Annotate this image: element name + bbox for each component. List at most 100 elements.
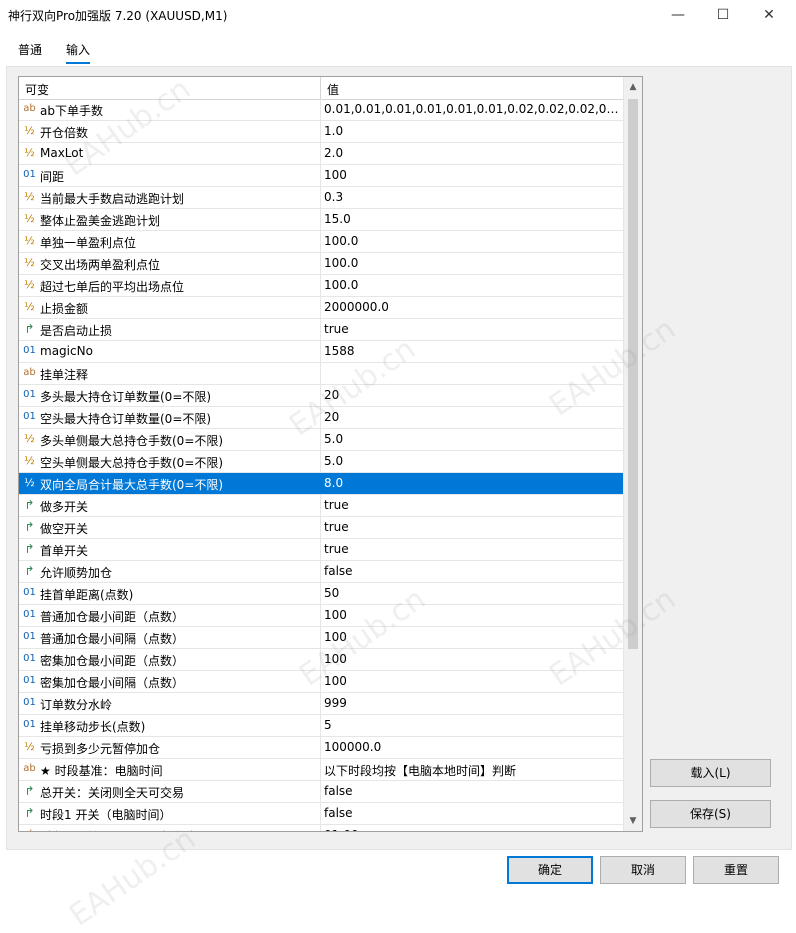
- double-type-icon: ½: [24, 146, 35, 159]
- parameter-row[interactable]: ½ 超过七单后的平均出场点位 100.0: [19, 275, 623, 297]
- parameter-value[interactable]: true: [324, 498, 620, 512]
- parameter-value[interactable]: true: [324, 542, 620, 556]
- parameter-value[interactable]: 以下时段均按【电脑本地时间】判断: [324, 762, 620, 779]
- parameter-row[interactable]: ↱ 做空开关 true: [19, 517, 623, 539]
- parameter-row[interactable]: 01 多头最大持仓订单数量(0=不限) 20: [19, 385, 623, 407]
- parameter-value[interactable]: false: [324, 784, 620, 798]
- parameter-value[interactable]: 20: [324, 388, 620, 402]
- parameter-value[interactable]: 8.0: [324, 476, 620, 490]
- scroll-up-icon[interactable]: ▲: [624, 79, 642, 95]
- parameter-row[interactable]: ½ 双向全局合计最大总手数(0=不限) 8.0: [19, 473, 623, 495]
- parameter-row[interactable]: ½ 单独一单盈利点位 100.0: [19, 231, 623, 253]
- parameter-value[interactable]: 20: [324, 410, 620, 424]
- parameter-row[interactable]: ab ab下单手数 0.01,0.01,0.01,0.01,0.01,0.01,0.…: [19, 99, 623, 121]
- int-type-icon: 01: [23, 169, 36, 180]
- column-header-value[interactable]: 值: [327, 81, 339, 98]
- parameter-row[interactable]: 01 普通加仓最小间隔（点数） 100: [19, 627, 623, 649]
- parameter-row[interactable]: ↱ 首单开关 true: [19, 539, 623, 561]
- parameter-value[interactable]: 5: [324, 718, 620, 732]
- parameter-value[interactable]: 999: [324, 696, 620, 710]
- parameter-row[interactable]: 01 订单数分水岭 999: [19, 693, 623, 715]
- parameter-row[interactable]: ½ 开仓倍数 1.0: [19, 121, 623, 143]
- parameter-value[interactable]: 100.0: [324, 278, 620, 292]
- parameter-row[interactable]: 01 magicNo 1588: [19, 341, 623, 363]
- parameter-row[interactable]: ↱ 总开关：关闭则全天可交易 false: [19, 781, 623, 803]
- parameter-value[interactable]: 100: [324, 630, 620, 644]
- column-header-variable[interactable]: 可变: [25, 81, 49, 98]
- cell-divider: [320, 495, 321, 516]
- parameter-row[interactable]: ↱ 时段1 开关（电脑时间） false: [19, 803, 623, 825]
- parameter-row[interactable]: ab ★ 时段基准：电脑时间 以下时段均按【电脑本地时间】判断: [19, 759, 623, 781]
- parameter-value[interactable]: 01:00: [324, 828, 620, 831]
- parameter-row[interactable]: 01 密集加仓最小间距（点数） 100: [19, 649, 623, 671]
- cell-divider: [320, 737, 321, 758]
- parameter-value[interactable]: 5.0: [324, 432, 620, 446]
- parameter-value[interactable]: 2000000.0: [324, 300, 620, 314]
- maximize-icon[interactable]: ☐: [700, 0, 746, 30]
- parameter-row[interactable]: 01 空头最大持仓订单数量(0=不限) 20: [19, 407, 623, 429]
- parameter-name: 首单开关: [40, 544, 89, 558]
- parameter-value[interactable]: 100: [324, 674, 620, 688]
- parameter-row[interactable]: ↱ 允许顺势加仓 false: [19, 561, 623, 583]
- cancel-button[interactable]: 取消: [600, 856, 686, 884]
- cell-divider: [320, 429, 321, 450]
- cell-divider: [320, 517, 321, 538]
- parameter-row[interactable]: ½ 亏损到多少元暂停加仓 100000.0: [19, 737, 623, 759]
- parameter-value[interactable]: false: [324, 564, 620, 578]
- parameter-row[interactable]: ½ MaxLot 2.0: [19, 143, 623, 165]
- parameter-value[interactable]: true: [324, 322, 620, 336]
- int-type-icon: 01: [23, 697, 36, 708]
- int-type-icon: 01: [23, 389, 36, 400]
- parameter-row[interactable]: ½ 止损金额 2000000.0: [19, 297, 623, 319]
- parameter-value[interactable]: false: [324, 806, 620, 820]
- parameter-row[interactable]: 01 间距 100: [19, 165, 623, 187]
- tab-general[interactable]: 普通: [18, 41, 42, 58]
- parameter-row[interactable]: ↱ 是否启动止损 true: [19, 319, 623, 341]
- parameter-value[interactable]: 100000.0: [324, 740, 620, 754]
- parameter-row[interactable]: ½ 当前最大手数启动逃跑计划 0.3: [19, 187, 623, 209]
- cell-divider: [320, 253, 321, 274]
- parameter-row[interactable]: 01 挂单移动步长(点数) 5: [19, 715, 623, 737]
- parameter-row[interactable]: 01 密集加仓最小间隔（点数） 100: [19, 671, 623, 693]
- parameter-row[interactable]: ½ 交叉出场两单盈利点位 100.0: [19, 253, 623, 275]
- parameter-value[interactable]: 1588: [324, 344, 620, 358]
- parameter-value[interactable]: 100: [324, 168, 620, 182]
- parameter-row[interactable]: ab时段1 开始 HH:MM（电脑时间） 01:00: [19, 825, 623, 831]
- parameter-row[interactable]: ½ 整体止盈美金逃跑计划 15.0: [19, 209, 623, 231]
- parameter-value[interactable]: 0.01,0.01,0.01,0.01,0.01,0.01,0.02,0.02,…: [324, 102, 620, 116]
- parameter-row[interactable]: ↱ 做多开关 true: [19, 495, 623, 517]
- parameter-name: 总开关：关闭则全天可交易: [40, 786, 185, 800]
- cell-divider: [320, 187, 321, 208]
- parameter-value[interactable]: 0.3: [324, 190, 620, 204]
- scrollbar-thumb[interactable]: [628, 99, 638, 649]
- parameter-value[interactable]: 2.0: [324, 146, 620, 160]
- tab-inputs[interactable]: 输入: [66, 41, 91, 64]
- minimize-icon[interactable]: —: [655, 0, 701, 30]
- load-button[interactable]: 载入(L): [650, 759, 771, 787]
- parameter-name: 间距: [40, 170, 65, 184]
- parameter-value[interactable]: 100: [324, 608, 620, 622]
- parameter-value[interactable]: 100: [324, 652, 620, 666]
- parameter-value[interactable]: 15.0: [324, 212, 620, 226]
- cell-divider: [320, 781, 321, 802]
- parameter-row[interactable]: 01 挂首单距离(点数) 50: [19, 583, 623, 605]
- parameter-row[interactable]: ½ 空头单侧最大总持仓手数(0=不限) 5.0: [19, 451, 623, 473]
- column-divider[interactable]: [320, 77, 321, 99]
- parameter-value[interactable]: 100.0: [324, 256, 620, 270]
- parameter-value[interactable]: 5.0: [324, 454, 620, 468]
- vertical-scrollbar[interactable]: ▲ ▼: [623, 77, 642, 831]
- ok-button[interactable]: 确定: [507, 856, 593, 884]
- parameter-value[interactable]: 50: [324, 586, 620, 600]
- double-type-icon: ½: [24, 212, 35, 225]
- parameter-value[interactable]: true: [324, 520, 620, 534]
- parameter-row[interactable]: 01 普通加仓最小间距（点数） 100: [19, 605, 623, 627]
- save-button[interactable]: 保存(S): [650, 800, 771, 828]
- scroll-down-icon[interactable]: ▼: [624, 813, 642, 829]
- parameter-value[interactable]: 100.0: [324, 234, 620, 248]
- parameter-value[interactable]: 1.0: [324, 124, 620, 138]
- close-icon[interactable]: ✕: [746, 0, 792, 30]
- double-type-icon: ½: [24, 234, 35, 247]
- reset-button[interactable]: 重置: [693, 856, 779, 884]
- parameter-row[interactable]: ab 挂单注释: [19, 363, 623, 385]
- parameter-row[interactable]: ½ 多头单侧最大总持仓手数(0=不限) 5.0: [19, 429, 623, 451]
